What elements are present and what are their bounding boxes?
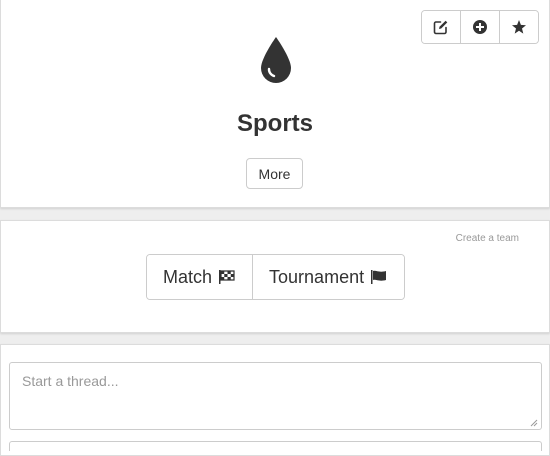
tournament-label: Tournament <box>269 266 365 287</box>
add-icon <box>473 20 487 34</box>
team-card: Create a team Match Tournament <box>0 220 550 333</box>
tournament-button[interactable]: Tournament <box>252 255 405 299</box>
star-icon <box>512 20 526 34</box>
resize-grip-icon[interactable] <box>530 419 538 427</box>
thread-input[interactable] <box>9 362 542 430</box>
header-action-group <box>421 10 539 44</box>
drop-icon <box>261 37 291 83</box>
star-button[interactable] <box>499 11 538 43</box>
edit-button[interactable] <box>422 11 460 43</box>
sport-header-card: Sports More <box>0 0 550 208</box>
flag-icon <box>371 270 387 284</box>
match-button[interactable]: Match <box>147 255 253 299</box>
more-button[interactable]: More <box>246 158 303 189</box>
create-team-link[interactable]: Create a team <box>456 233 519 244</box>
page-title: Sports <box>236 110 313 137</box>
add-button[interactable] <box>460 11 499 43</box>
checkered-flag-icon <box>219 270 235 284</box>
edit-icon <box>433 20 448 35</box>
match-label: Match <box>163 266 213 287</box>
composer-card <box>0 344 550 456</box>
competition-type-group: Match Tournament <box>146 254 406 300</box>
next-field <box>9 441 542 451</box>
